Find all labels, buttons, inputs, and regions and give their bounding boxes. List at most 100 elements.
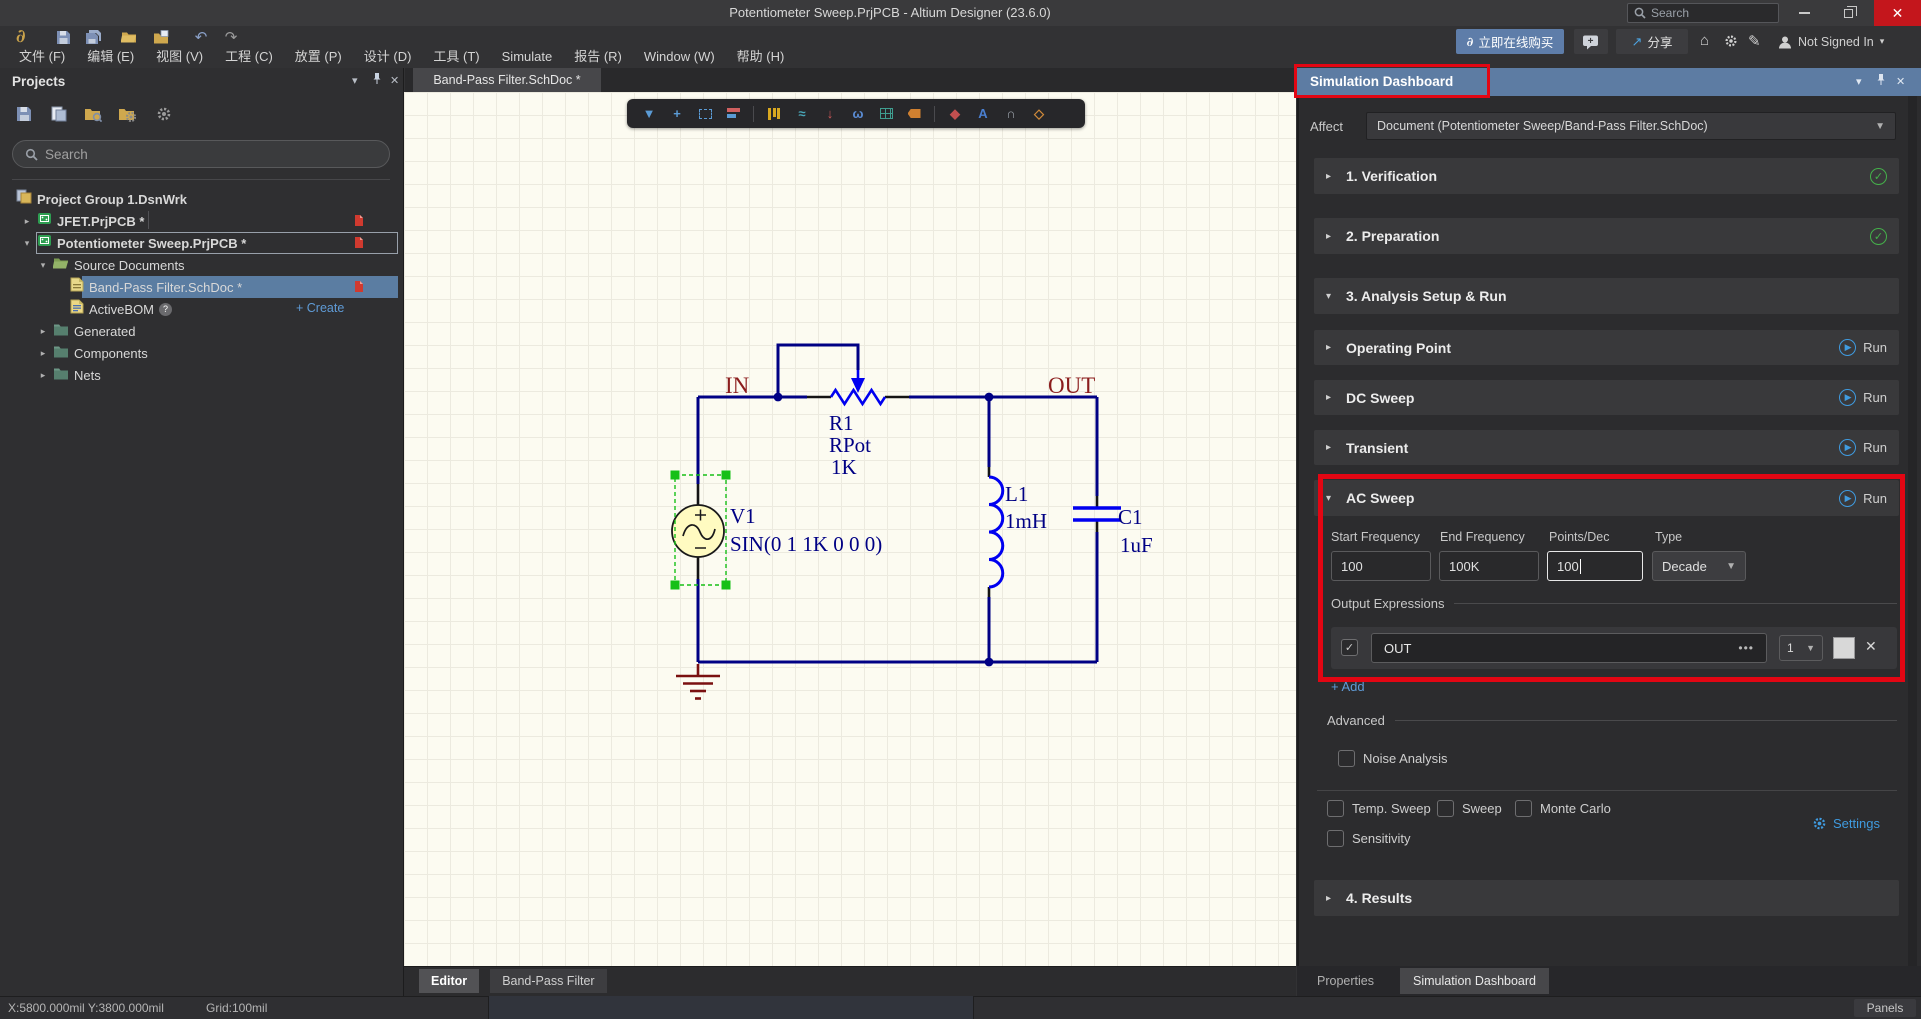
section-preparation[interactable]: ▸ 2. Preparation ✓ <box>1314 218 1899 254</box>
project-tree-item[interactable]: ▾Potentiometer Sweep.PrjPCB * <box>0 232 404 254</box>
help-icon[interactable]: ? <box>159 303 172 316</box>
panel-close-icon[interactable]: ✕ <box>390 74 399 87</box>
voltage-source-v1[interactable] <box>672 505 724 557</box>
project-tree-item[interactable]: ▸JFET.PrjPCB * <box>0 210 404 232</box>
r1-type[interactable]: RPot <box>829 433 871 457</box>
align-icon[interactable] <box>721 103 745 124</box>
points-per-dec-input[interactable]: 100 <box>1547 551 1643 581</box>
inductor-l1[interactable] <box>989 477 1003 587</box>
minimize-button[interactable] <box>1786 0 1822 26</box>
project-tree-item[interactable]: ▸Generated <box>0 320 404 342</box>
sweep-option[interactable]: Sweep <box>1437 800 1502 817</box>
potentiometer-r1[interactable] <box>831 370 885 404</box>
editor-tab-editor[interactable]: Editor <box>419 969 479 993</box>
probe-icon[interactable]: ↓ <box>818 103 842 124</box>
net-icon[interactable]: ◇ <box>1027 103 1051 124</box>
expression-checkbox[interactable]: ✓ <box>1341 639 1358 656</box>
collapse-arrow-icon[interactable]: ▾ <box>38 260 48 271</box>
close-button[interactable]: ✕ <box>1874 0 1921 26</box>
menu-item-2[interactable]: 视图 (V) <box>145 46 214 68</box>
menu-item-5[interactable]: 设计 (D) <box>353 46 423 68</box>
expand-arrow-icon[interactable]: ▸ <box>38 370 48 381</box>
panel-dropdown-icon[interactable]: ▾ <box>352 74 358 87</box>
home-icon[interactable]: ⌂ <box>1700 32 1709 49</box>
collapse-arrow-icon[interactable]: ▾ <box>22 238 32 249</box>
project-tree-item[interactable]: ▾Source Documents <box>0 254 404 276</box>
create-link[interactable]: + Create <box>296 301 344 315</box>
text-icon[interactable]: A <box>971 103 995 124</box>
start-frequency-input[interactable]: 100 <box>1331 551 1431 581</box>
project-tree-item[interactable]: Band-Pass Filter.SchDoc * <box>0 276 404 298</box>
v1-designator[interactable]: V1 <box>730 504 756 528</box>
save-project-icon[interactable] <box>16 106 36 126</box>
open-project-icon[interactable] <box>152 28 170 46</box>
collapse-arrow-icon[interactable]: ▾ <box>1326 493 1337 504</box>
panels-button[interactable]: Panels <box>1854 999 1916 1017</box>
select-rect-icon[interactable] <box>693 103 717 124</box>
buy-online-button[interactable]: ∂ 立即在线购买 <box>1456 29 1564 54</box>
expression-input[interactable]: OUT ••• <box>1371 633 1767 663</box>
panel-close-icon[interactable]: ✕ <box>1896 75 1905 88</box>
share-button[interactable]: ↗ 分享 <box>1616 29 1688 54</box>
measure-icon[interactable]: ω <box>846 103 870 124</box>
noise-analysis-checkbox[interactable] <box>1338 750 1355 767</box>
plot-number-dropdown[interactable]: 1 ▼ <box>1779 635 1823 661</box>
expand-arrow-icon[interactable]: ▸ <box>38 326 48 337</box>
section-verification[interactable]: ▸ 1. Verification ✓ <box>1314 158 1899 194</box>
panel-pin-icon[interactable] <box>1876 73 1886 89</box>
ellipsis-button[interactable]: ••• <box>1738 641 1754 655</box>
expand-arrow-icon[interactable]: ▸ <box>1326 171 1337 182</box>
project-tree-item[interactable]: Project Group 1.DsnWrk <box>0 188 404 210</box>
monte-carlo-checkbox[interactable] <box>1515 800 1532 817</box>
bars-icon[interactable] <box>762 103 786 124</box>
monte-carlo-option[interactable]: Monte Carlo <box>1515 800 1611 817</box>
sign-in-button[interactable]: Not Signed In ▾ <box>1778 29 1884 54</box>
waveform-icon[interactable]: ≈ <box>790 103 814 124</box>
gear-icon[interactable] <box>1724 34 1738 52</box>
arc-icon[interactable]: ∩ <box>999 103 1023 124</box>
comment-button[interactable]: + <box>1574 29 1608 54</box>
cross-probe-icon[interactable]: + <box>665 103 689 124</box>
editor-tab-band-pass-filter[interactable]: Band-Pass Filter <box>490 969 606 993</box>
panel-scrollbar[interactable] <box>1908 96 1917 966</box>
capacitor-c1[interactable] <box>1073 508 1121 520</box>
run-operating-point-button[interactable]: ▶ Run <box>1839 339 1887 356</box>
wire[interactable] <box>698 345 1097 662</box>
panel-settings-gear-icon[interactable] <box>156 106 176 126</box>
panel-tab-properties[interactable]: Properties <box>1304 968 1387 994</box>
save-all-icon[interactable] <box>84 28 102 46</box>
selection-handle[interactable] <box>671 581 680 590</box>
net-label-out[interactable]: OUT <box>1048 373 1095 398</box>
affect-dropdown[interactable]: Document (Potentiometer Sweep/Band-Pass … <box>1366 112 1896 140</box>
menu-item-3[interactable]: 工程 (C) <box>214 46 284 68</box>
type-dropdown[interactable]: Decade ▼ <box>1652 551 1746 581</box>
restore-button[interactable] <box>1830 0 1866 26</box>
run-ac-sweep-button[interactable]: ▶ Run <box>1839 490 1887 507</box>
projects-search-input[interactable]: Search <box>12 140 390 168</box>
project-tree-item[interactable]: ▸Nets <box>0 364 404 386</box>
settings-button[interactable]: Settings <box>1812 816 1880 831</box>
selection-handle[interactable] <box>671 471 680 480</box>
menu-item-9[interactable]: Window (W) <box>633 46 726 68</box>
menu-item-10[interactable]: 帮助 (H) <box>726 46 796 68</box>
selection-handle[interactable] <box>722 471 731 480</box>
net-label-in[interactable]: IN <box>725 373 750 398</box>
project-options-icon[interactable] <box>118 106 138 126</box>
end-frequency-input[interactable]: 100K <box>1439 551 1539 581</box>
global-search-input[interactable]: Search <box>1627 3 1779 23</box>
save-icon[interactable] <box>54 28 72 46</box>
expand-arrow-icon[interactable]: ▸ <box>1326 893 1337 904</box>
analysis-operating-point[interactable]: ▸ Operating Point ▶ Run <box>1314 330 1899 365</box>
selection-handle[interactable] <box>722 581 731 590</box>
menu-item-1[interactable]: 编辑 (E) <box>76 46 145 68</box>
redo-icon[interactable]: ↷ <box>222 28 240 46</box>
sensitivity-checkbox[interactable] <box>1327 830 1344 847</box>
menu-item-6[interactable]: 工具 (T) <box>422 46 490 68</box>
delete-expression-icon[interactable]: ✕ <box>1865 638 1877 655</box>
temp-sweep-checkbox[interactable] <box>1327 800 1344 817</box>
project-tree-item[interactable]: ActiveBOM?+ Create <box>0 298 404 320</box>
analysis-ac-sweep[interactable]: ▾ AC Sweep ▶ Run <box>1314 480 1899 516</box>
open-icon[interactable] <box>120 28 138 46</box>
section-analysis-setup[interactable]: ▾ 3. Analysis Setup & Run <box>1314 278 1899 314</box>
r1-designator[interactable]: R1 <box>829 411 854 435</box>
